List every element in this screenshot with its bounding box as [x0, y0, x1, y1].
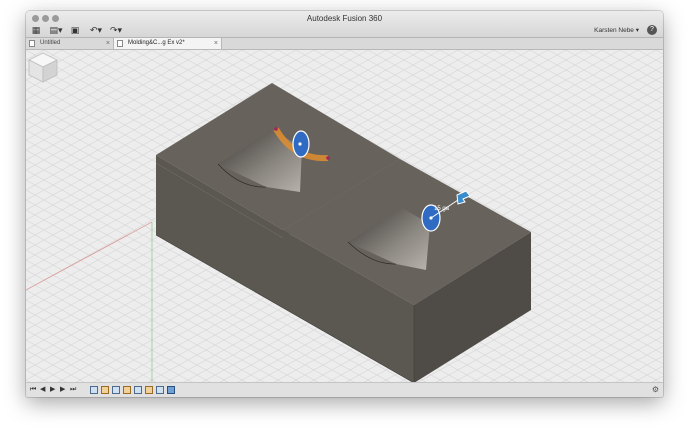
- model-canvas[interactable]: 15 ga: [26, 50, 663, 383]
- dimension-text: 15 ga: [434, 206, 450, 212]
- save-icon[interactable]: ▣: [70, 25, 80, 35]
- timeline-feature-sketch[interactable]: [90, 386, 98, 394]
- app-window: Autodesk Fusion 360 ▦ ▤▾ ▣ ↶▾ ↷▾ Karsten…: [26, 11, 663, 397]
- tab-molding[interactable]: Molding&C...g Ex v2* ×: [114, 38, 222, 49]
- profile-center-point[interactable]: [298, 142, 302, 146]
- skip-to-end-icon[interactable]: ⏭: [70, 385, 76, 395]
- grid-icon[interactable]: ▦: [30, 25, 42, 35]
- window-title: Autodesk Fusion 360: [306, 14, 383, 23]
- path-end-point[interactable]: [326, 156, 330, 160]
- timeline-feature-sketch[interactable]: [156, 386, 164, 394]
- skip-to-start-icon[interactable]: ⏮: [30, 385, 36, 395]
- gear-icon[interactable]: ⚙: [652, 385, 659, 394]
- tab-label: Untitled: [40, 40, 61, 46]
- 3d-viewport[interactable]: 15 ga: [26, 50, 663, 383]
- undo-icon[interactable]: ↶▾: [88, 25, 104, 35]
- timeline-feature-sweep[interactable]: [123, 386, 131, 394]
- step-back-icon[interactable]: ◀: [40, 385, 45, 395]
- tab-untitled[interactable]: Untitled ×: [26, 38, 114, 49]
- timeline-feature-sketch[interactable]: [134, 386, 142, 394]
- redo-icon[interactable]: ↷▾: [108, 25, 124, 35]
- timeline-feature-extrude[interactable]: [101, 386, 109, 394]
- timeline-feature-current[interactable]: [167, 386, 175, 394]
- timeline-bar: ⏮ ◀ ▶ ▶ ⏭ ⚙: [26, 382, 663, 397]
- step-forward-icon[interactable]: ▶: [60, 385, 65, 395]
- view-cube[interactable]: [26, 50, 60, 84]
- document-icon: [29, 40, 35, 47]
- path-start-point[interactable]: [274, 127, 278, 131]
- timeline-feature-combine[interactable]: [145, 386, 153, 394]
- close-tab-icon[interactable]: ×: [106, 38, 110, 49]
- document-tab-bar: Untitled × Molding&C...g Ex v2* ×: [26, 38, 663, 50]
- help-icon[interactable]: ?: [647, 25, 657, 35]
- timeline-feature-sketch[interactable]: [112, 386, 120, 394]
- file-icon[interactable]: ▤▾: [48, 25, 64, 35]
- user-menu[interactable]: Karsten Nebe ▾: [594, 26, 639, 34]
- tab-label: Molding&C...g Ex v2*: [128, 40, 185, 46]
- play-icon[interactable]: ▶: [50, 385, 55, 395]
- document-icon: [117, 40, 123, 47]
- title-bar: Autodesk Fusion 360 ▦ ▤▾ ▣ ↶▾ ↷▾ Karsten…: [26, 11, 663, 38]
- close-tab-icon[interactable]: ×: [214, 38, 218, 49]
